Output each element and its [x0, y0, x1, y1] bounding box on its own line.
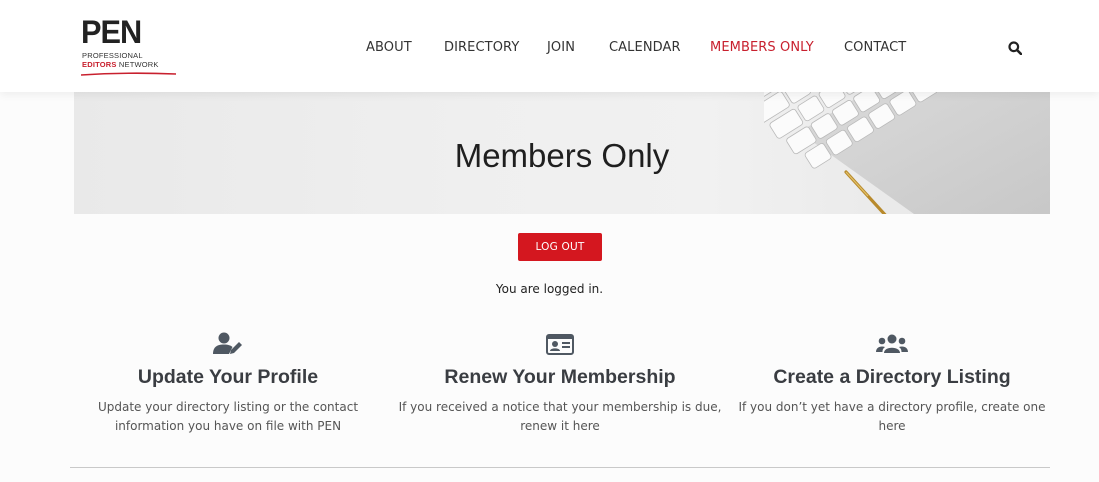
section-divider [70, 467, 1050, 468]
users-icon [876, 334, 908, 353]
feature-title[interactable]: Create a Directory Listing [728, 364, 1056, 390]
nav-join[interactable]: JOIN [547, 40, 575, 55]
main-nav: ABOUT DIRECTORY JOIN CALENDAR MEMBERS ON… [0, 40, 1099, 60]
feature-update-profile[interactable]: Update Your Profile Update your director… [64, 332, 392, 436]
feature-create-directory-listing[interactable]: Create a Directory Listing If you don’t … [728, 332, 1056, 436]
nav-contact[interactable]: CONTACT [844, 40, 906, 55]
nav-calendar[interactable]: CALENDAR [609, 40, 681, 55]
feature-description: If you don’t yet have a directory profil… [738, 400, 1046, 433]
feature-renew-membership[interactable]: Renew Your Membership If you received a … [396, 332, 724, 436]
logout-button[interactable]: LOG OUT [518, 233, 602, 261]
hero-banner: Members Only [74, 92, 1050, 214]
logo-subtitle-rest: NETWORK [116, 60, 159, 69]
search-icon[interactable] [1008, 41, 1022, 55]
login-status: You are logged in. [495, 282, 604, 296]
user-edit-icon [213, 332, 242, 354]
id-card-icon [546, 334, 574, 355]
nav-about[interactable]: ABOUT [366, 40, 412, 55]
feature-title[interactable]: Update Your Profile [64, 364, 392, 390]
logo-subtitle-line2: EDITORS NETWORK [82, 60, 159, 69]
nav-members-only[interactable]: MEMBERS ONLY [710, 40, 814, 55]
feature-title[interactable]: Renew Your Membership [396, 364, 724, 390]
feature-description: Update your directory listing or the con… [97, 400, 359, 433]
site-header: PEN PROFESSIONAL EDITORS NETWORK ABOUT D… [0, 0, 1099, 92]
logo-swoosh [81, 72, 176, 76]
nav-directory[interactable]: DIRECTORY [444, 40, 519, 55]
feature-description: If you received a notice that your membe… [398, 400, 722, 433]
logo-subtitle-accent: EDITORS [82, 60, 117, 69]
keyboard-image [764, 92, 1050, 214]
